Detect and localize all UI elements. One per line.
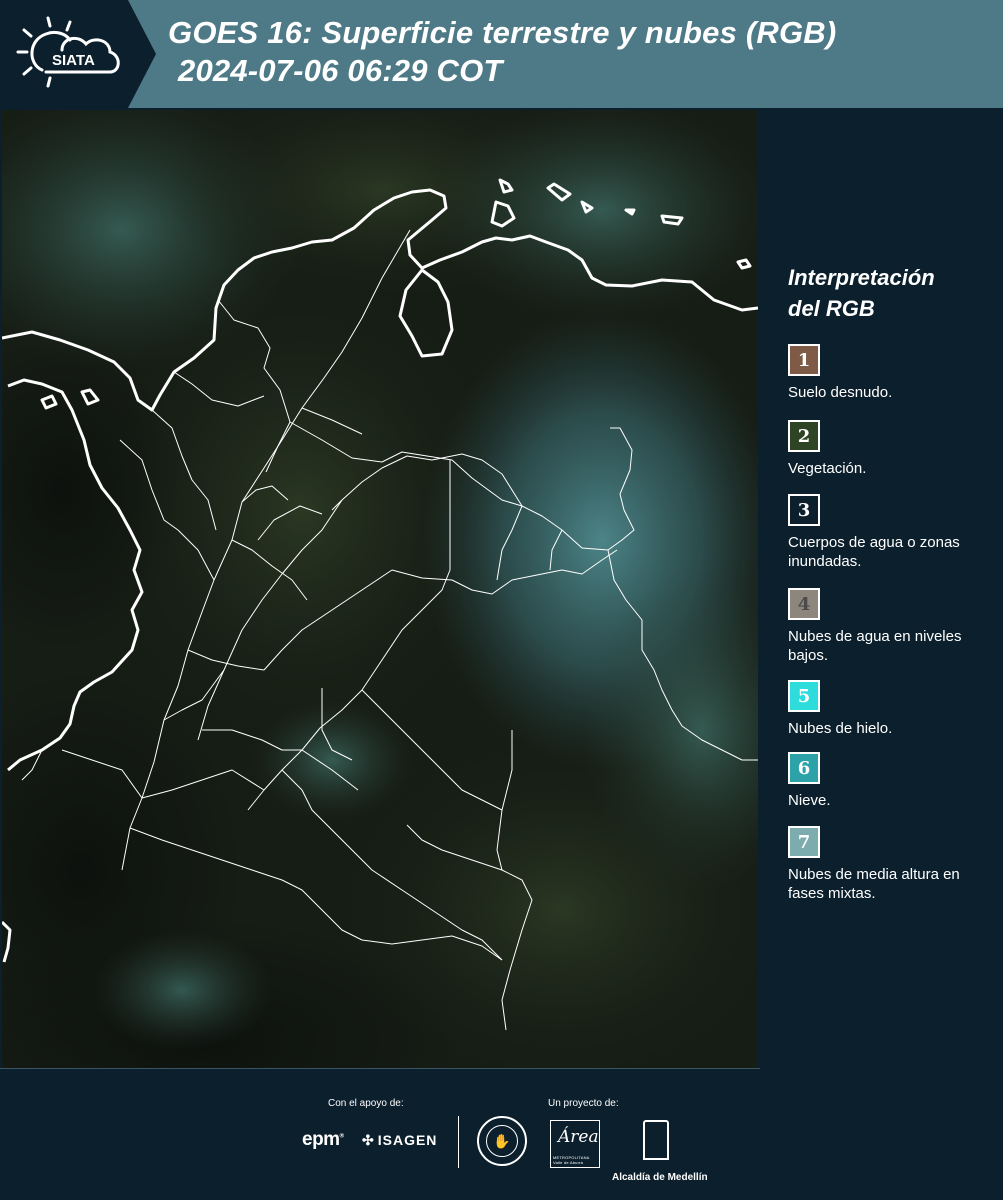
legend-label: Nieve.: [788, 792, 831, 809]
logo-chevron: [128, 0, 156, 108]
header-bar: SIATA GOES 16: Superficie terrestre y nu…: [0, 0, 1003, 108]
legend-item: 7 Nubes de media altura en fases mixtas.: [788, 826, 998, 903]
legend-swatch: 3: [788, 494, 820, 526]
svg-text:SIATA: SIATA: [52, 52, 95, 69]
title-product: GOES 16: Superficie terrestre y nubes (R…: [168, 15, 837, 50]
legend-number: 7: [797, 831, 811, 853]
project-label: Un proyecto de:: [548, 1098, 619, 1109]
legend-label: Vegetación.: [788, 460, 867, 477]
legend-item: 3 Cuerpos de agua o zonas inundadas.: [788, 494, 998, 571]
legend-swatch: 4: [788, 588, 820, 620]
satellite-map[interactable]: [2, 110, 758, 1068]
area-logo-word: Área: [558, 1127, 599, 1147]
legend-number: 4: [797, 593, 811, 615]
legend-title-line1: Interpretación: [788, 265, 935, 290]
legend-label: Nubes de media altura en fases mixtas.: [788, 866, 960, 902]
epm-logo: epm®: [302, 1129, 344, 1150]
title-datetime: 2024-07-06 06:29 COT: [178, 53, 503, 88]
legend-number: 5: [797, 685, 811, 707]
footer-vertical-divider: [458, 1116, 459, 1168]
alcaldia-shield-icon: [643, 1120, 669, 1160]
legend-label: Nubes de agua en niveles bajos.: [788, 628, 962, 664]
area-metropolitana-logo: Área METROPOLITANA Valle de Aburrá: [550, 1120, 600, 1168]
isagen-logo-text: ISAGEN: [377, 1132, 438, 1148]
medellin-seal-logo: ✋: [477, 1116, 527, 1166]
legend-swatch: 6: [788, 752, 820, 784]
isagen-icon: ✣: [362, 1132, 375, 1148]
legend-item: 6 Nieve.: [788, 752, 998, 810]
legend-item: 4 Nubes de agua en niveles bajos.: [788, 588, 998, 665]
seal-icon: ✋: [486, 1125, 518, 1157]
legend-item: 5 Nubes de hielo.: [788, 680, 998, 738]
support-label: Con el apoyo de:: [328, 1098, 404, 1109]
legend-swatch: 7: [788, 826, 820, 858]
legend-item: 2 Vegetación.: [788, 420, 998, 478]
page-title: GOES 16: Superficie terrestre y nubes (R…: [168, 14, 836, 90]
legend-title-line2: del RGB: [788, 296, 875, 321]
legend-swatch: 1: [788, 344, 820, 376]
siata-sun-cloud-icon: SIATA: [16, 16, 120, 88]
legend-swatch: 2: [788, 420, 820, 452]
legend-panel: Interpretación del RGB 1 Suelo desnudo. …: [762, 110, 1003, 1068]
legend-label: Nubes de hielo.: [788, 720, 893, 737]
legend-number: 1: [797, 349, 811, 371]
footer: Con el apoyo de: Un proyecto de: epm® ✣ I…: [0, 1068, 1003, 1200]
legend-swatch: 5: [788, 680, 820, 712]
legend-number: 6: [797, 757, 811, 779]
alcaldia-logo-text: Alcaldía de Medellín: [612, 1172, 708, 1183]
legend-label: Suelo desnudo.: [788, 384, 893, 401]
epm-logo-text: epm: [302, 1129, 340, 1150]
area-logo-subtitle: METROPOLITANA Valle de Aburrá: [553, 1155, 590, 1165]
legend-number: 3: [797, 499, 811, 521]
siata-logo: SIATA: [0, 0, 128, 108]
footer-divider-line: [0, 1068, 760, 1069]
legend-label: Cuerpos de agua o zonas inundadas.: [788, 534, 960, 570]
map-canvas: [2, 110, 758, 1068]
isagen-logo: ✣ ISAGEN: [362, 1132, 437, 1149]
legend-number: 2: [797, 425, 811, 447]
legend-title: Interpretación del RGB: [788, 262, 935, 324]
legend-item: 1 Suelo desnudo.: [788, 344, 998, 402]
